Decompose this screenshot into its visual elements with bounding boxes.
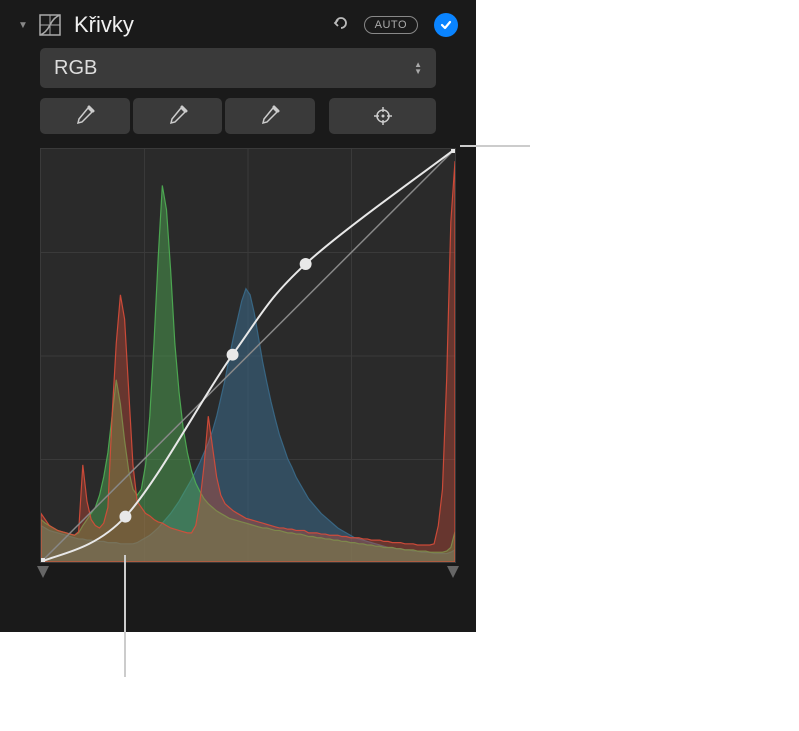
eyedropper-icon [74,105,96,127]
enable-toggle-icon[interactable] [434,13,458,37]
add-point-button[interactable] [329,98,436,134]
callout-line [460,145,530,147]
channel-dropdown-label: RGB [54,57,97,80]
dropdown-arrows-icon: ▲ ▼ [414,61,422,75]
channel-dropdown[interactable]: RGB ▲ ▼ [40,48,436,88]
target-icon [372,105,394,127]
white-point-eyedropper-button[interactable] [225,98,315,134]
eyedropper-icon [259,105,281,127]
eyedropper-icon [167,105,189,127]
auto-button[interactable]: AUTO [364,16,418,34]
curves-histogram[interactable] [40,148,456,563]
gray-point-eyedropper-button[interactable] [133,98,223,134]
controls-row: RGB ▲ ▼ [0,48,476,134]
undo-icon[interactable] [332,14,350,37]
eyedropper-row [40,98,436,134]
panel-title: Křivky [74,12,324,38]
callout-line [124,555,126,677]
histogram-chart [41,149,455,562]
curves-panel: ▼ Křivky AUTO RGB ▲ [0,0,476,632]
collapse-chevron-icon[interactable]: ▼ [18,20,30,31]
black-point-eyedropper-button[interactable] [40,98,130,134]
white-point-slider-handle[interactable] [445,564,461,580]
black-point-slider-handle[interactable] [35,564,51,580]
curves-icon [38,13,62,37]
panel-header: ▼ Křivky AUTO [0,0,476,48]
